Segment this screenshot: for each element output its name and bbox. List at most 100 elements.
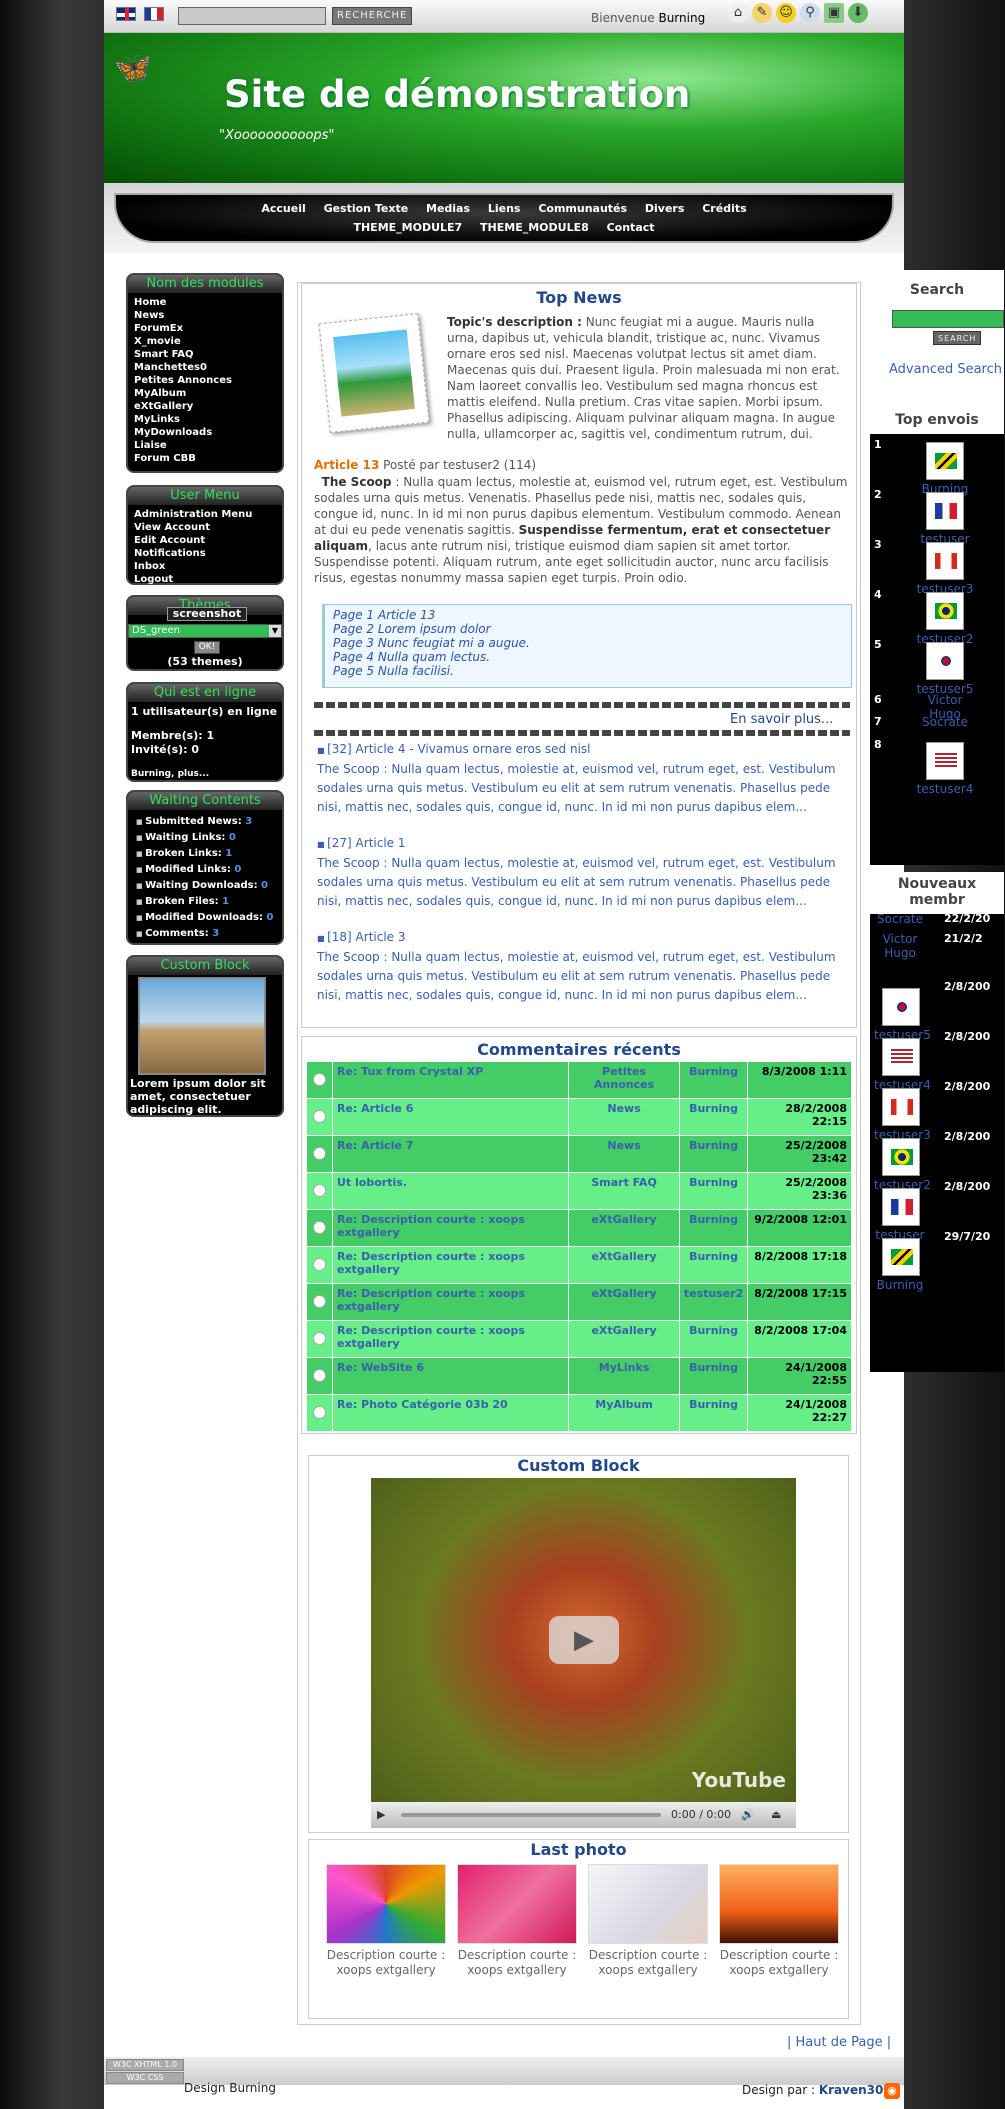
notes-icon[interactable]: ✎	[752, 3, 772, 23]
headline-title[interactable]: [18] Article 3	[317, 930, 406, 944]
nav-item-medias[interactable]: Medias	[426, 202, 470, 215]
comment-user[interactable]: Burning	[678, 1098, 749, 1136]
module-link[interactable]: Home	[134, 296, 276, 309]
module-link[interactable]: Forum CBB	[134, 452, 276, 465]
page-link[interactable]: Page 2 Lorem ipsum dolor	[333, 622, 843, 636]
waiting-item[interactable]: Submitted News: 3	[136, 814, 278, 830]
comment-user[interactable]: Burning	[678, 1135, 749, 1173]
module-link[interactable]: Manchettes0	[134, 361, 276, 374]
user-avatar[interactable]	[882, 1238, 920, 1276]
fullscreen-icon[interactable]: ⏏	[771, 1802, 781, 1828]
advanced-search-link[interactable]: Advanced Search	[889, 362, 1002, 377]
comment-module[interactable]: eXtGallery	[568, 1209, 680, 1247]
theme-ok-button[interactable]: OK!	[194, 641, 220, 654]
comment-module[interactable]: eXtGallery	[568, 1283, 680, 1321]
right-search-button[interactable]: SEARCH	[933, 331, 982, 345]
module-link[interactable]: eXtGallery	[134, 400, 276, 413]
comment-title[interactable]: Re: WebSite 6	[331, 1357, 570, 1395]
module-link[interactable]: MyLinks	[134, 413, 276, 426]
online-users-link[interactable]: Burning, plus...	[131, 767, 279, 781]
w3c-css-badge[interactable]: W3C CSS	[106, 2072, 184, 2084]
comment-title[interactable]: Re: Article 7	[331, 1135, 570, 1173]
designer-link[interactable]: Kraven30	[819, 2083, 884, 2097]
nav-item-theme-module8[interactable]: THEME_MODULE8	[480, 221, 589, 234]
user-avatar[interactable]	[882, 988, 920, 1026]
comment-title[interactable]: Re: Photo Catégorie 03b 20	[331, 1394, 570, 1432]
module-link[interactable]: Petites Annonces	[134, 374, 276, 387]
smiley-icon[interactable]: ☺	[776, 3, 796, 23]
waiting-item[interactable]: Waiting Downloads: 0	[136, 878, 278, 894]
nav-item-accueil[interactable]: Accueil	[261, 202, 305, 215]
play-icon[interactable]: ▶	[549, 1616, 619, 1664]
comment-user[interactable]: Burning	[678, 1209, 749, 1247]
french-flag-icon[interactable]	[144, 7, 164, 21]
page-link[interactable]: Page 5 Nulla facilisi.	[333, 664, 843, 678]
rss-icon[interactable]: ◉	[884, 2083, 900, 2099]
comment-module[interactable]: Petites Annonces	[568, 1061, 680, 1099]
photo-umbrella[interactable]	[326, 1864, 446, 1944]
search-icon[interactable]: ⚲	[800, 3, 820, 23]
comment-module[interactable]: News	[568, 1135, 680, 1173]
user-avatar[interactable]	[926, 542, 964, 580]
waiting-item[interactable]: Broken Links: 1	[136, 846, 278, 862]
nav-item-liens[interactable]: Liens	[488, 202, 521, 215]
comment-title[interactable]: Re: Description courte : xoops extgaller…	[331, 1283, 570, 1321]
photo-pink[interactable]	[457, 1864, 577, 1944]
comment-title[interactable]: Re: Tux from Crystal XP	[331, 1061, 570, 1099]
comment-title[interactable]: Re: Article 6	[331, 1098, 570, 1136]
user-menu-link[interactable]: Notifications	[134, 547, 276, 560]
user-menu-link[interactable]: Logout	[134, 573, 276, 586]
nav-item-contact[interactable]: Contact	[607, 221, 655, 234]
w3c-xhtml-badge[interactable]: W3C XHTML 1.0	[106, 2059, 184, 2071]
nav-item-communautes[interactable]: Communautés	[538, 202, 627, 215]
comment-user[interactable]: testuser2	[678, 1283, 749, 1321]
home-icon[interactable]: ⌂	[728, 3, 748, 23]
comment-user[interactable]: Burning	[678, 1246, 749, 1284]
comment-user[interactable]: Burning	[678, 1172, 749, 1210]
page-link[interactable]: Page 1 Article 13	[333, 608, 843, 622]
user-avatar[interactable]	[882, 1138, 920, 1176]
comment-user[interactable]: Burning	[678, 1394, 749, 1432]
page-link[interactable]: Page 4 Nulla quam lectus.	[333, 650, 843, 664]
comment-module[interactable]: eXtGallery	[568, 1320, 680, 1358]
waiting-item[interactable]: Modified Downloads: 0	[136, 910, 278, 926]
module-link[interactable]: News	[134, 309, 276, 322]
nav-item-theme-module7[interactable]: THEME_MODULE7	[353, 221, 462, 234]
video-player[interactable]: ▶ YouTube ▶ 0:00 / 0:00 🔊 ⏏	[371, 1478, 796, 1828]
theme-select[interactable]: DS_green ▼	[128, 624, 282, 638]
comment-title[interactable]: Re: Description courte : xoops extgaller…	[331, 1209, 570, 1247]
read-more-link[interactable]: En savoir plus...	[730, 712, 833, 727]
user-avatar[interactable]	[882, 1088, 920, 1126]
user-name-link[interactable]: Socrate	[874, 912, 926, 926]
nav-item-credits[interactable]: Crédits	[702, 202, 746, 215]
comment-title[interactable]: Re: Description courte : xoops extgaller…	[331, 1320, 570, 1358]
user-avatar[interactable]	[882, 1188, 920, 1226]
headline-title[interactable]: [27] Article 1	[317, 836, 406, 850]
play-small-icon[interactable]: ▶	[377, 1802, 385, 1828]
user-menu-link[interactable]: Administration Menu	[134, 508, 276, 521]
video-progress-bar[interactable]	[401, 1813, 661, 1817]
user-menu-link[interactable]: Inbox	[134, 560, 276, 573]
module-link[interactable]: X_movie	[134, 335, 276, 348]
user-name-link[interactable]: Burning	[874, 1278, 926, 1292]
download-icon[interactable]: ⬇	[848, 3, 868, 23]
top-search-button[interactable]: RECHERCHE	[332, 7, 413, 25]
butterfly-logo-icon[interactable]: 🦋	[114, 51, 151, 86]
waiting-item[interactable]: Waiting Links: 0	[136, 830, 278, 846]
module-link[interactable]: Smart FAQ	[134, 348, 276, 361]
article-link[interactable]: Article 13	[314, 458, 379, 472]
user-name-link[interactable]: Socrate	[910, 715, 980, 729]
headline-title[interactable]: [32] Article 4 - Vivamus ornare eros sed…	[317, 742, 591, 756]
volume-icon[interactable]: 🔊	[741, 1802, 755, 1828]
top-search-input[interactable]	[178, 7, 326, 25]
waiting-item[interactable]: Broken Files: 1	[136, 894, 278, 910]
comment-user[interactable]: Burning	[678, 1320, 749, 1358]
back-to-top-link[interactable]: | Haut de Page |	[787, 2035, 891, 2050]
photo-golfer[interactable]	[719, 1864, 839, 1944]
nav-item-gestion-texte[interactable]: Gestion Texte	[324, 202, 409, 215]
user-name-link[interactable]: testuser4	[910, 782, 980, 796]
module-link[interactable]: ForumEx	[134, 322, 276, 335]
comment-user[interactable]: Burning	[678, 1061, 749, 1099]
photo-woman[interactable]	[588, 1864, 708, 1944]
module-link[interactable]: MyDownloads	[134, 426, 276, 439]
